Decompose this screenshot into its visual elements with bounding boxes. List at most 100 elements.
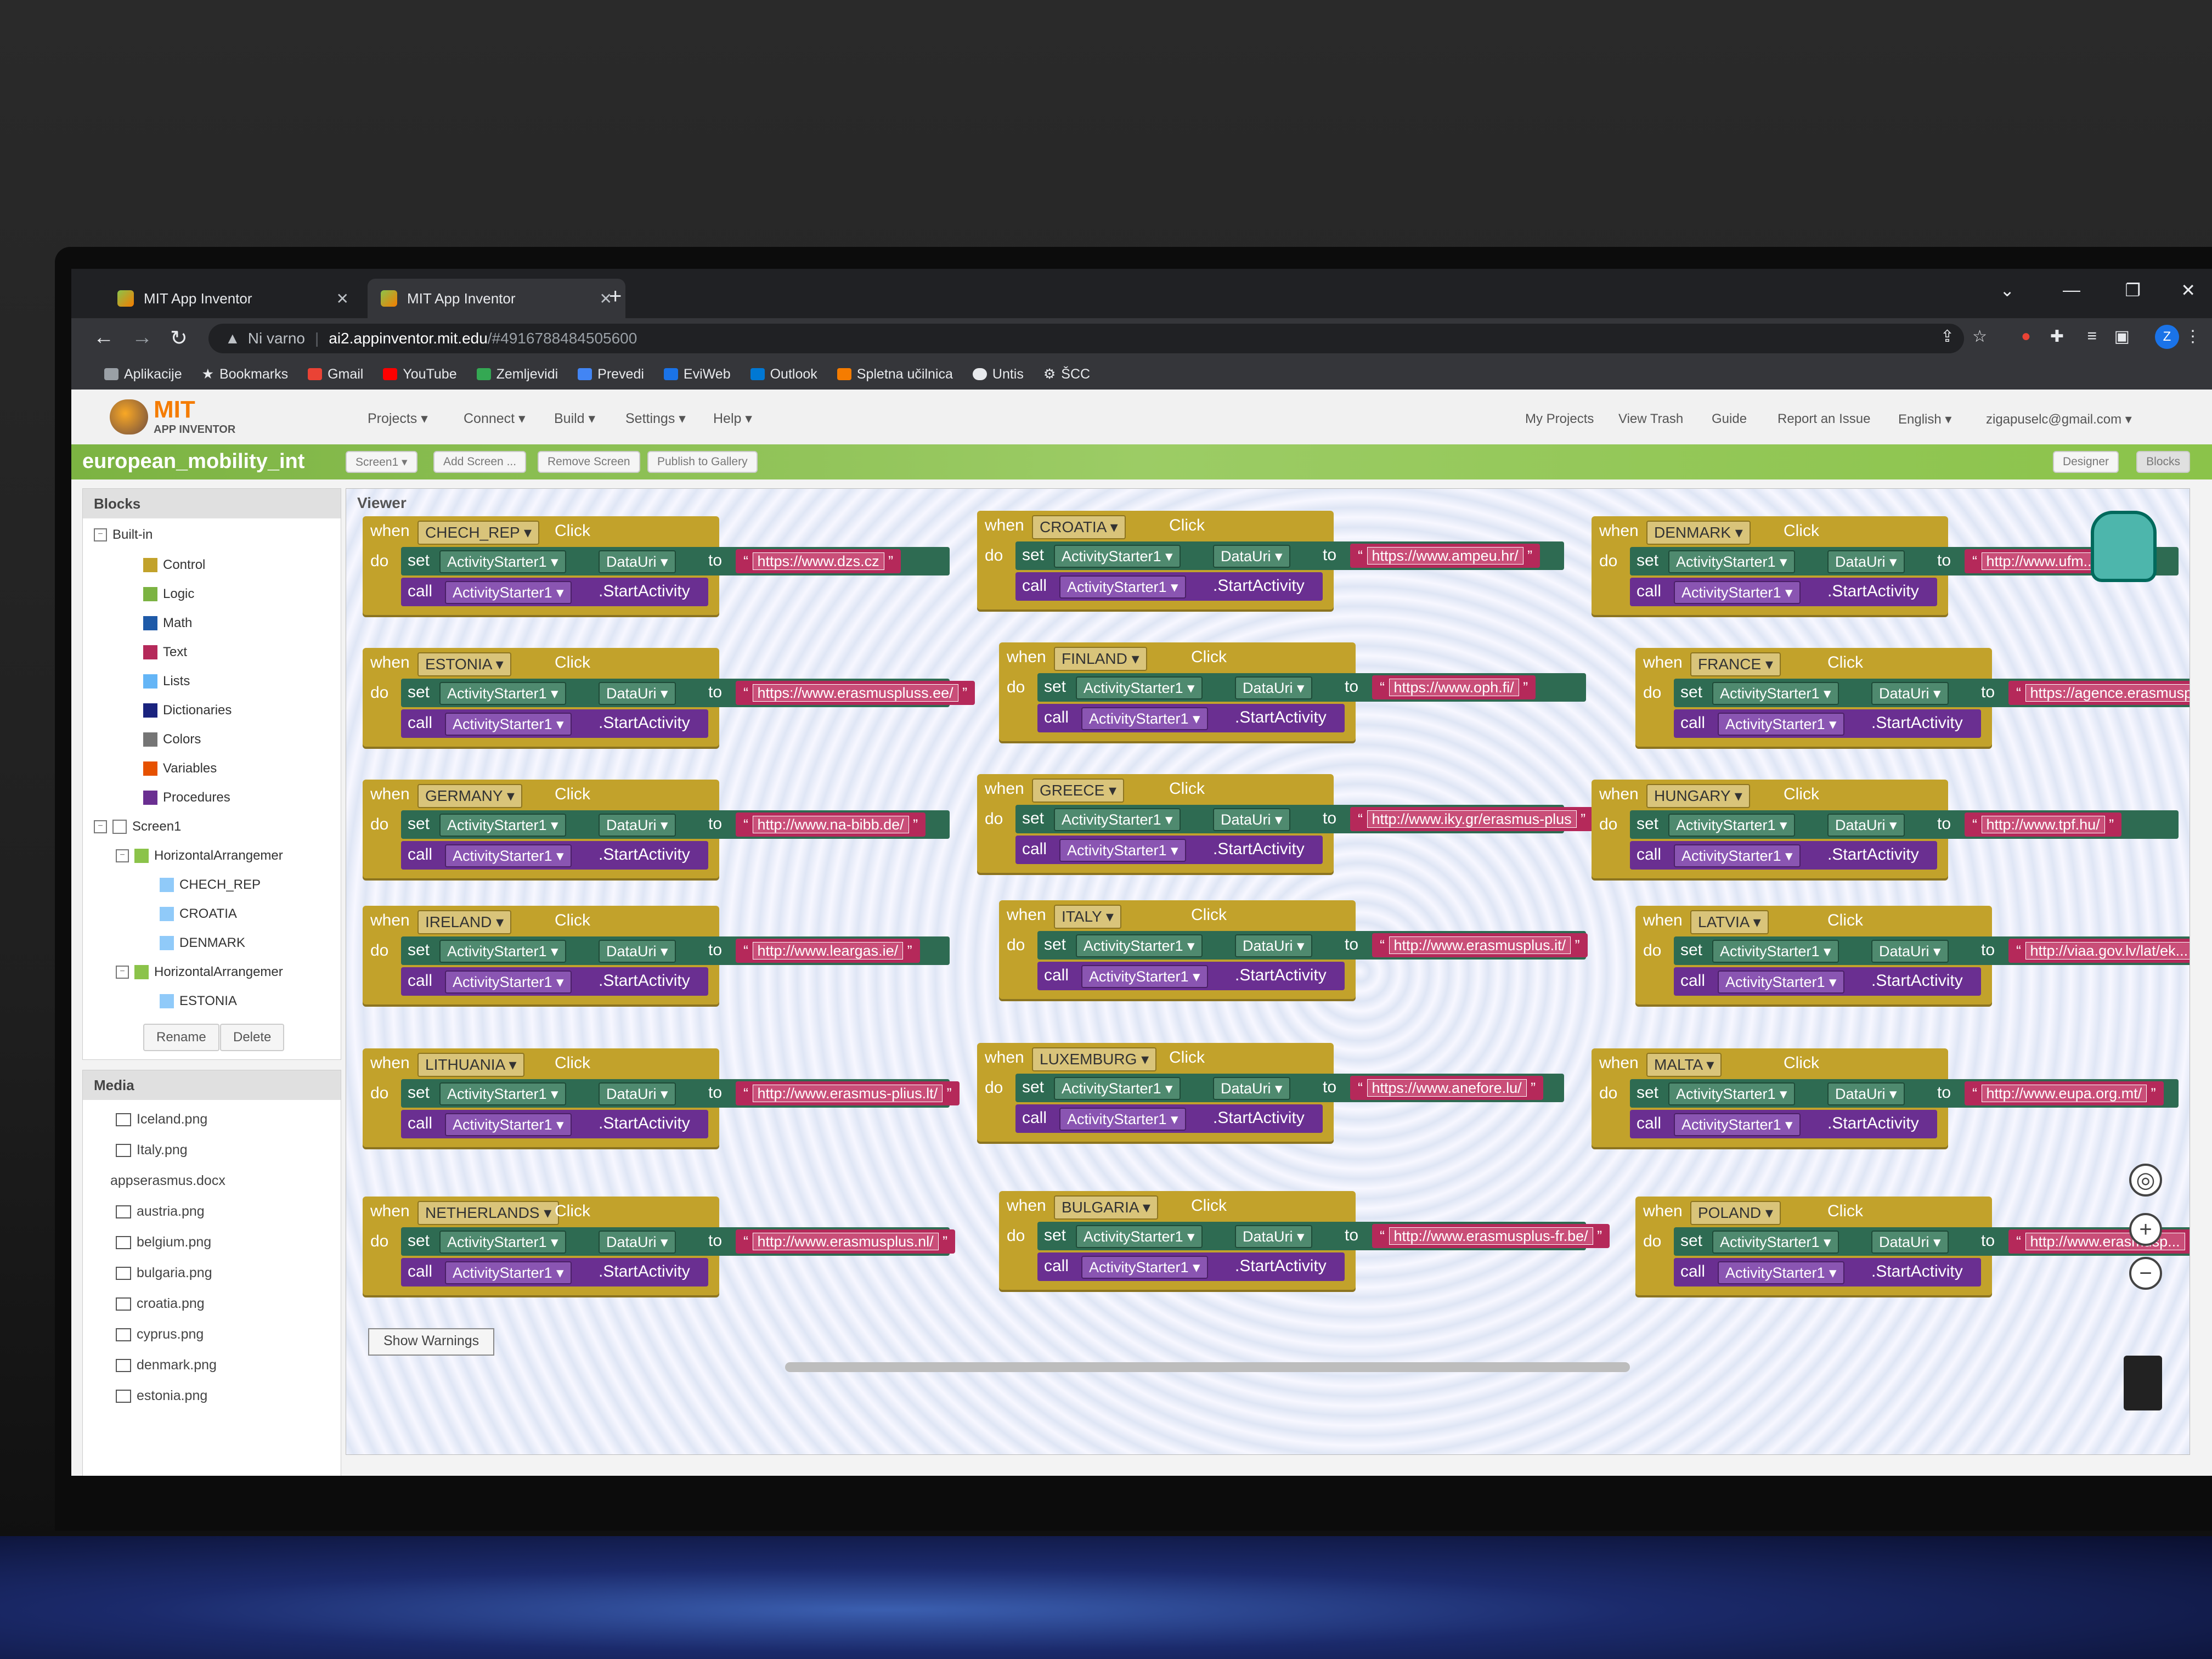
set-block[interactable]: set ActivityStarter1 ▾ DataUri ▾ to “ ht…: [1015, 541, 1564, 570]
property-dropdown[interactable]: DataUri ▾: [599, 682, 676, 705]
event-block[interactable]: when ESTONIA ▾ Click do set ActivityStar…: [363, 648, 975, 747]
event-block[interactable]: when HUNGARY ▾ Click do set ActivityStar…: [1592, 780, 2179, 878]
url-text-block[interactable]: “ http://www.tpf.hu/ ”: [1965, 812, 2122, 837]
button-dropdown[interactable]: MALTA ▾: [1646, 1053, 1722, 1077]
component-dropdown[interactable]: ActivityStarter1 ▾: [1712, 682, 1839, 705]
call-block[interactable]: call ActivityStarter1 ▾ .StartActivity: [1037, 1252, 1345, 1281]
property-dropdown[interactable]: DataUri ▾: [1213, 808, 1290, 831]
call-block[interactable]: call ActivityStarter1 ▾ .StartActivity: [1630, 1110, 1937, 1138]
bookmark-zemljevidi[interactable]: Zemljevidi: [476, 366, 558, 382]
call-block[interactable]: call ActivityStarter1 ▾ .StartActivity: [1674, 967, 1981, 996]
side-panel-icon[interactable]: ▣: [2114, 327, 2130, 346]
component-dropdown[interactable]: ActivityStarter1 ▾: [439, 682, 566, 705]
drawer-variables[interactable]: Variables: [143, 761, 217, 776]
property-dropdown[interactable]: DataUri ▾: [1871, 682, 1949, 705]
tree-component[interactable]: DENMARK: [160, 935, 245, 951]
button-dropdown[interactable]: CROATIA ▾: [1032, 515, 1126, 539]
property-dropdown[interactable]: DataUri ▾: [1827, 550, 1905, 573]
url-value[interactable]: http://www.eupa.org.mt/: [1981, 1085, 2147, 1102]
language-menu[interactable]: English ▾: [1898, 411, 1951, 427]
component-dropdown[interactable]: ActivityStarter1 ▾: [439, 1082, 566, 1105]
url-text-block[interactable]: “ https://www.anefore.lu/ ”: [1350, 1076, 1544, 1100]
event-block[interactable]: when LATVIA ▾ Click do set ActivityStart…: [1635, 906, 2190, 1005]
tree-component[interactable]: − HorizontalArrangemer: [116, 964, 283, 980]
component-dropdown[interactable]: ActivityStarter1 ▾: [1668, 1082, 1795, 1105]
set-block[interactable]: set ActivityStarter1 ▾ DataUri ▾ to “ ht…: [401, 810, 950, 839]
property-dropdown[interactable]: DataUri ▾: [1213, 1077, 1290, 1100]
event-block[interactable]: when GREECE ▾ Click do set ActivityStart…: [977, 774, 1594, 873]
address-bar[interactable]: ▲ Ni varno | ai2.appinventor.mit.edu /#4…: [208, 324, 1964, 353]
call-block[interactable]: call ActivityStarter1 ▾ .StartActivity: [401, 578, 708, 606]
event-block[interactable]: when IRELAND ▾ Click do set ActivityStar…: [363, 906, 950, 1005]
event-block[interactable]: when MALTA ▾ Click do set ActivityStarte…: [1592, 1048, 2179, 1147]
property-dropdown[interactable]: DataUri ▾: [599, 1082, 676, 1105]
button-dropdown[interactable]: POLAND ▾: [1690, 1201, 1781, 1225]
component-dropdown[interactable]: ActivityStarter1 ▾: [1076, 1225, 1203, 1248]
url-value[interactable]: http://www.ufm...: [1981, 552, 2101, 570]
url-text-block[interactable]: “ http://www.erasmusplus.it/ ”: [1372, 933, 1588, 957]
url-text-block[interactable]: “ https://www.ampeu.hr/ ”: [1350, 544, 1541, 568]
call-block[interactable]: call ActivityStarter1 ▾ .StartActivity: [401, 841, 708, 870]
button-dropdown[interactable]: GERMANY ▾: [417, 784, 522, 808]
button-dropdown[interactable]: LATVIA ▾: [1690, 910, 1769, 934]
property-dropdown[interactable]: DataUri ▾: [1235, 1225, 1312, 1248]
url-text-block[interactable]: “ https://www.dzs.cz ”: [736, 549, 901, 573]
link-guide[interactable]: Guide: [1712, 411, 1747, 427]
reading-list-icon[interactable]: ≡: [2087, 327, 2097, 346]
zoom-in-icon[interactable]: +: [2129, 1213, 2162, 1246]
url-text-block[interactable]: “ http://www.erasmusplus.nl/ ”: [736, 1229, 956, 1254]
tree-screen1[interactable]: − Screen1: [94, 819, 181, 834]
component-dropdown[interactable]: ActivityStarter1 ▾: [1674, 844, 1801, 867]
drawer-colors[interactable]: Colors: [143, 732, 201, 747]
drawer-lists[interactable]: Lists: [143, 674, 190, 689]
url-text-block[interactable]: “ http://www.eupa.org.mt/ ”: [1965, 1081, 2164, 1105]
collapse-icon[interactable]: −: [94, 528, 107, 541]
link-view-trash[interactable]: View Trash: [1618, 411, 1683, 427]
component-dropdown[interactable]: ActivityStarter1 ▾: [1054, 545, 1181, 568]
component-dropdown[interactable]: ActivityStarter1 ▾: [1054, 1077, 1181, 1100]
component-dropdown[interactable]: ActivityStarter1 ▾: [1712, 940, 1839, 963]
component-dropdown[interactable]: ActivityStarter1 ▾: [1718, 1261, 1844, 1284]
media-item[interactable]: cyprus.png: [116, 1327, 204, 1342]
property-dropdown[interactable]: DataUri ▾: [1235, 676, 1312, 699]
component-dropdown[interactable]: ActivityStarter1 ▾: [1076, 676, 1203, 699]
bookmark-aplikacije[interactable]: Aplikacije: [104, 366, 182, 382]
media-item[interactable]: austria.png: [116, 1204, 205, 1220]
media-item[interactable]: appserasmus.docx: [110, 1173, 225, 1189]
drawer-text[interactable]: Text: [143, 645, 187, 660]
component-dropdown[interactable]: ActivityStarter1 ▾: [1081, 707, 1208, 730]
zoom-out-icon[interactable]: −: [2129, 1257, 2162, 1290]
extensions-puzzle-icon[interactable]: ✚: [2050, 327, 2064, 346]
component-dropdown[interactable]: ActivityStarter1 ▾: [445, 1261, 572, 1284]
set-block[interactable]: set ActivityStarter1 ▾ DataUri ▾ to “ ht…: [1674, 679, 2190, 707]
bookmark-scc[interactable]: ⚙ ŠCC: [1043, 366, 1090, 382]
url-value[interactable]: http://www.leargas.ie/: [752, 942, 904, 960]
event-block[interactable]: when CHECH_REP ▾ Click do set ActivitySt…: [363, 516, 950, 615]
bookmark-eviweb[interactable]: EviWeb: [663, 366, 731, 382]
show-warnings-button[interactable]: Show Warnings: [368, 1328, 495, 1356]
button-dropdown[interactable]: FRANCE ▾: [1690, 652, 1781, 676]
drawer-control[interactable]: Control: [143, 557, 205, 573]
url-text-block[interactable]: “ http://www.erasmusp... ”: [2008, 1229, 2190, 1254]
call-block[interactable]: call ActivityStarter1 ▾ .StartActivity: [1630, 578, 1937, 606]
tab-search-chevron-icon[interactable]: ⌄: [2000, 280, 2015, 301]
media-item[interactable]: estonia.png: [116, 1388, 207, 1404]
more-menu-icon[interactable]: ⋮: [2185, 327, 2201, 346]
call-block[interactable]: call ActivityStarter1 ▾ .StartActivity: [1015, 836, 1323, 864]
component-dropdown[interactable]: ActivityStarter1 ▾: [439, 940, 566, 963]
button-dropdown[interactable]: BULGARIA ▾: [1054, 1195, 1158, 1220]
component-dropdown[interactable]: ActivityStarter1 ▾: [445, 970, 572, 994]
event-block[interactable]: when LUXEMBURG ▾ Click do set ActivitySt…: [977, 1043, 1564, 1142]
tree-component[interactable]: − HorizontalArrangemer: [116, 848, 283, 864]
button-dropdown[interactable]: DENMARK ▾: [1646, 521, 1751, 545]
close-icon[interactable]: ✕: [336, 290, 349, 308]
set-block[interactable]: set ActivityStarter1 ▾ DataUri ▾ to “ ht…: [401, 1227, 956, 1256]
component-dropdown[interactable]: ActivityStarter1 ▾: [1081, 1256, 1208, 1279]
url-value[interactable]: https://www.oph.fi/: [1389, 679, 1519, 696]
button-dropdown[interactable]: LITHUANIA ▾: [417, 1053, 524, 1077]
url-text-block[interactable]: “ http://www.leargas.ie/ ”: [736, 939, 920, 963]
property-dropdown[interactable]: DataUri ▾: [1827, 814, 1905, 837]
collapse-icon[interactable]: −: [94, 820, 107, 833]
set-block[interactable]: set ActivityStarter1 ▾ DataUri ▾ to “ ht…: [1037, 673, 1586, 702]
call-block[interactable]: call ActivityStarter1 ▾ .StartActivity: [1015, 572, 1323, 601]
